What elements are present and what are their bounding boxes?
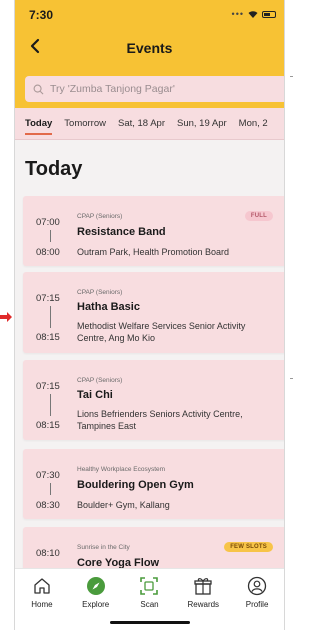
wifi-icon [248,11,258,18]
search-bar-area [15,70,284,108]
event-end-time: 08:30 [36,500,60,511]
search-input[interactable] [50,83,250,95]
bottom-nav: Home Explore Scan Rewards Profile [15,568,284,630]
event-start-time: 08:10 [36,548,60,559]
event-name: Resistance Band [77,226,166,238]
nav-profile[interactable]: Profile [234,576,280,630]
event-location: Methodist Welfare Services Senior Activi… [77,321,246,343]
tab-sat-18-apr[interactable]: Sat, 18 Apr [118,110,165,137]
tab-tomorrow[interactable]: Tomorrow [64,110,106,137]
battery-icon [262,10,276,18]
event-organizer: Sunrise in the City [77,544,130,551]
page-title: Events [126,40,173,56]
event-card[interactable]: 07:30 08:30 Healthy Workplace Ecosystem … [23,449,284,519]
nav-label: Scan [140,600,159,609]
event-start-time: 07:00 [36,217,60,228]
status-badge: FULL [244,211,273,221]
home-icon [34,578,50,594]
home-indicator [109,621,190,624]
event-name: Bouldering Open Gym [77,479,194,491]
event-end-time: 08:15 [36,332,60,343]
time-divider [50,483,51,495]
phone-screen: 7:30 ••• Events Today Tomorrow Sat, 18 A… [14,0,285,630]
gift-icon [194,578,212,595]
event-start-time: 07:15 [36,381,60,392]
event-organizer: CPAP (Seniors) [77,377,123,384]
nav-label: Home [31,600,53,609]
event-start-time: 07:15 [36,293,60,304]
event-start-time: 07:30 [36,470,60,481]
event-name: Hatha Basic [77,301,140,313]
nav-label: Rewards [187,600,220,609]
nav-label: Profile [245,600,269,609]
nav-home[interactable]: Home [19,576,65,630]
status-badge: FEW SLOTS [224,542,273,552]
event-name: Tai Chi [77,389,113,401]
search-icon [33,84,44,94]
time-divider [50,230,51,242]
event-location: Outram Park, Health Promotion Board [77,247,230,257]
tab-sun-19-apr[interactable]: Sun, 19 Apr [177,110,227,137]
section-heading: Today [25,158,83,180]
event-card[interactable]: 07:15 08:15 CPAP (Seniors) Tai Chi Lions… [23,360,284,440]
event-organizer: CPAP (Seniors) [77,289,123,296]
margin-tick [290,378,293,379]
scan-icon [140,577,159,595]
event-organizer: Healthy Workplace Ecosystem [77,466,166,473]
event-location: Boulder+ Gym, Kallang [77,500,170,510]
event-card[interactable]: 07:00 08:00 CPAP (Seniors) Resistance Ba… [23,196,284,266]
tab-mon[interactable]: Mon, 2 [239,110,268,137]
event-card[interactable]: 07:15 08:15 CPAP (Seniors) Hatha Basic M… [23,272,284,353]
time-divider [50,306,51,328]
event-end-time: 08:00 [36,247,60,258]
signal-icon: ••• [231,9,244,19]
event-organizer: CPAP (Seniors) [77,213,123,220]
tab-today[interactable]: Today [25,110,53,137]
status-time: 7:30 [29,8,54,22]
event-end-time: 08:15 [36,420,60,431]
status-icons: ••• [232,9,276,19]
date-tabs: Today Tomorrow Sat, 18 Apr Sun, 19 Apr M… [15,108,284,140]
compass-icon [86,577,105,595]
profile-icon [247,576,267,596]
nav-label: Explore [82,600,110,609]
margin-tick [290,76,293,77]
time-divider [50,394,51,416]
pointer-arrow-icon [0,312,12,322]
search-box[interactable] [25,76,284,102]
event-location: Lions Befrienders Seniors Activity Centr… [77,409,243,431]
